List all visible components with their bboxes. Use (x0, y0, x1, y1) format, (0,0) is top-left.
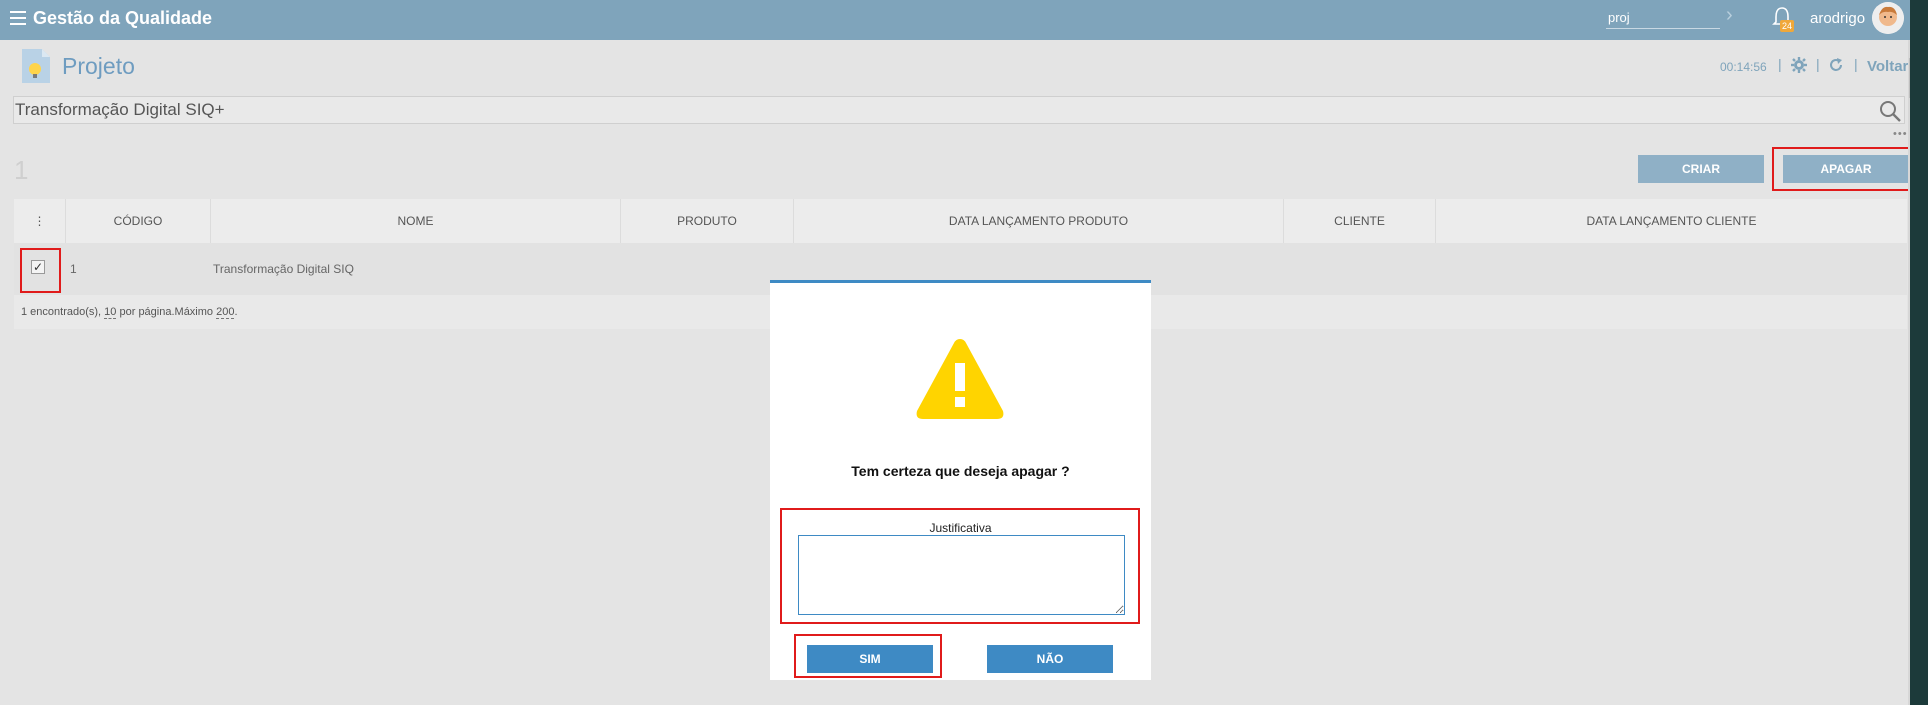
result-count: 1 (14, 155, 29, 185)
username[interactable]: arodrigo (1810, 10, 1865, 27)
highlight-box-yes (794, 634, 942, 678)
confirm-message: Tem certeza que deseja apagar ? (851, 463, 1070, 479)
per-page-text: por página.Máximo (119, 306, 214, 318)
cell-nome: Transformação Digital SIQ (213, 262, 354, 276)
table-header: ⋮ CÓDIGO NOME PRODUTO DATA LANÇAMENTO PR… (14, 199, 1907, 244)
highlight-box-justification (780, 508, 1140, 624)
highlight-box-delete (1772, 147, 1916, 191)
separator: | (1854, 56, 1858, 72)
found-count-text: 1 encontrado(s), (21, 306, 102, 318)
column-header-codigo[interactable]: CÓDIGO (65, 199, 210, 243)
separator: | (1816, 56, 1820, 72)
per-page-selector[interactable]: 10 (104, 306, 117, 319)
hamburger-menu-icon[interactable] (10, 11, 26, 25)
page-title: Projeto (62, 53, 135, 79)
column-header-nome[interactable]: NOME (210, 199, 620, 243)
session-timer: 00:14:56 (1720, 60, 1767, 74)
notification-badge: 24 (1780, 20, 1794, 32)
record-search-input[interactable] (13, 96, 1905, 124)
search-icon[interactable] (1879, 100, 1901, 122)
global-search-input[interactable] (1606, 6, 1720, 29)
separator: | (1778, 56, 1782, 72)
refresh-icon[interactable] (1828, 57, 1844, 73)
cell-codigo: 1 (70, 262, 77, 276)
chevron-right-icon[interactable]: › (1726, 4, 1733, 27)
back-link[interactable]: Voltar (1867, 58, 1908, 75)
column-options-icon[interactable]: ⋮ (14, 199, 65, 243)
top-bar: Gestão da Qualidade › 24 arodrigo (0, 0, 1928, 40)
app-title: Gestão da Qualidade (33, 8, 213, 28)
warning-icon (916, 339, 1004, 419)
column-header-data-produto[interactable]: DATA LANÇAMENTO PRODUTO (793, 199, 1283, 243)
footer-end: . (234, 306, 238, 318)
column-header-data-cliente[interactable]: DATA LANÇAMENTO CLIENTE (1435, 199, 1907, 243)
highlight-box-checkbox (20, 248, 61, 293)
column-header-produto[interactable]: PRODUTO (620, 199, 793, 243)
avatar[interactable] (1872, 2, 1904, 34)
create-button[interactable]: CRIAR (1638, 155, 1764, 183)
window-edge (1910, 0, 1928, 705)
column-header-cliente[interactable]: CLIENTE (1283, 199, 1435, 243)
max-results-selector[interactable]: 200 (216, 306, 235, 319)
project-lightbulb-icon (22, 49, 50, 83)
more-options-icon[interactable]: ••• (1893, 128, 1908, 140)
gear-icon[interactable] (1791, 57, 1807, 73)
no-button[interactable]: NÃO (987, 645, 1113, 673)
